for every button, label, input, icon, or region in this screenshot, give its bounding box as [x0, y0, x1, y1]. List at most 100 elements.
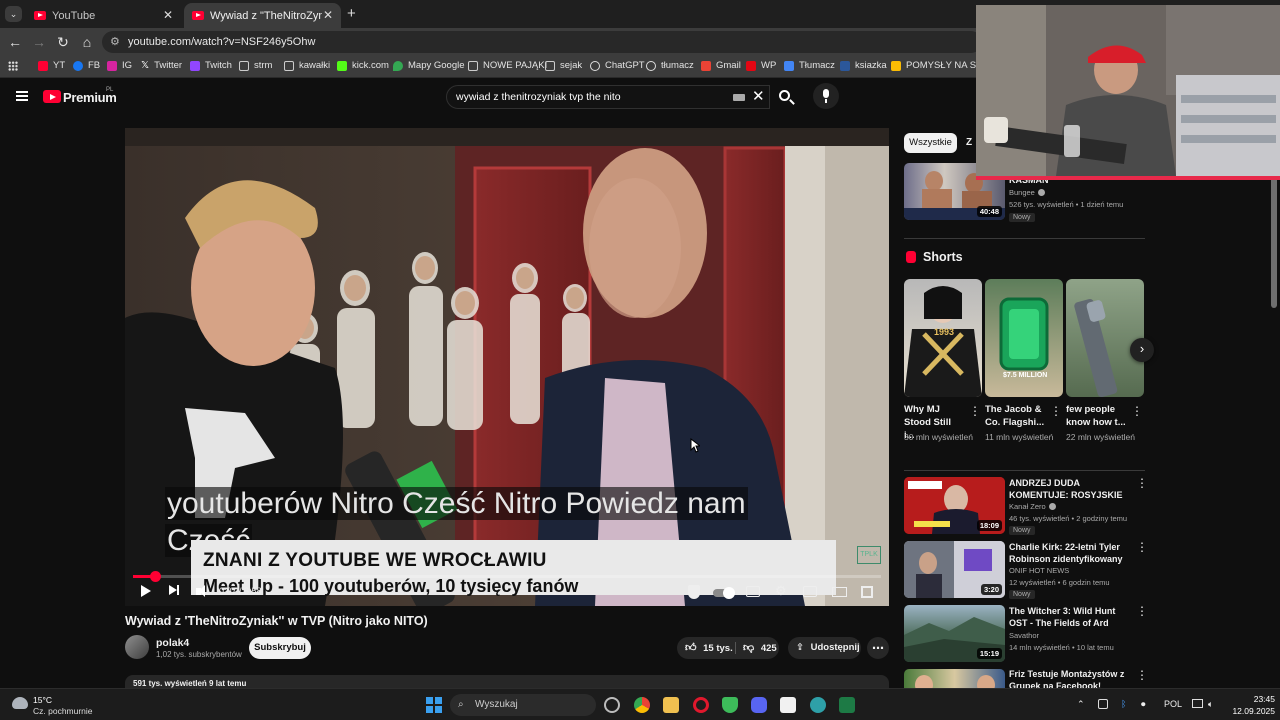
bookmark-twitch[interactable]: Twitch [190, 60, 232, 71]
forward-button[interactable]: → [30, 34, 48, 50]
tab-search-dropdown[interactable]: ⌄ [5, 6, 22, 22]
vpn-shield-icon[interactable] [722, 697, 738, 713]
network-icon[interactable] [1192, 699, 1203, 708]
home-button[interactable]: ⌂ [78, 34, 96, 50]
bookmark-twitter[interactable]: 𝕏 Twitter [141, 60, 182, 71]
play-icon[interactable] [141, 585, 151, 597]
address-bar[interactable]: ⚙ youtube.com/watch?v=NSF246y5Ohw [102, 31, 982, 53]
video-menu-icon[interactable] [1136, 540, 1148, 554]
clock-date[interactable]: 12.09.2025 [1222, 706, 1275, 716]
close-tab-icon[interactable]: ✕ [323, 8, 333, 22]
excel-icon[interactable] [839, 697, 855, 713]
like-button[interactable]: 👍︎ 15 tys. [685, 637, 739, 660]
voice-search-icon[interactable] [813, 83, 839, 109]
weather-temperature[interactable]: 15°C [33, 695, 52, 705]
tab-wywiad[interactable]: Wywiad z "TheNitroZyniak" w T ✕ [184, 3, 341, 28]
short-title[interactable]: The Jacob & Co. Flagshi... [985, 403, 1045, 429]
copilot-icon[interactable] [604, 697, 620, 713]
input-language[interactable]: POL [1164, 699, 1182, 709]
share-button[interactable]: ⇪ Udostępnij [788, 637, 861, 659]
microphone-icon[interactable]: ⏺ [1141, 699, 1146, 710]
subscribe-button[interactable]: Subskrybuj [249, 637, 311, 659]
sponsor-shield-icon[interactable] [688, 585, 700, 599]
shorts-next-button[interactable]: › [1130, 338, 1154, 362]
short-title[interactable]: few people know how t... [1066, 403, 1126, 429]
discord-icon[interactable] [751, 697, 767, 713]
opera-icon[interactable] [693, 697, 709, 713]
bookmark-google-maps[interactable]: Mapy Google [393, 60, 465, 71]
bookmark-tlumacz[interactable]: Tłumacz [784, 60, 835, 71]
filter-chip-all[interactable]: Wszystkie [904, 133, 957, 153]
tray-app-icon[interactable] [1098, 699, 1108, 709]
bookmark-tlumacz-lower[interactable]: tłumacz [646, 60, 694, 71]
short-menu-icon[interactable] [1050, 404, 1062, 418]
bookmark-gmail[interactable]: Gmail [701, 60, 741, 71]
short-thumbnail[interactable]: 1993 [904, 279, 982, 397]
subtitles-icon[interactable] [746, 586, 760, 597]
next-video-icon[interactable] [169, 585, 179, 595]
short-thumbnail[interactable]: $7.5 MILLION [985, 279, 1063, 397]
short-menu-icon[interactable] [1131, 404, 1143, 418]
related-video-channel[interactable]: Savathor [1009, 630, 1039, 642]
related-video-channel[interactable]: Kanał Zero [1009, 501, 1056, 513]
capcut-icon[interactable] [780, 697, 796, 713]
chrome-icon[interactable] [634, 697, 650, 713]
bookmark-sejak[interactable]: sejak [545, 60, 582, 71]
theater-mode-icon[interactable] [832, 587, 847, 597]
video-thumbnail[interactable]: 18:09 [904, 477, 1005, 534]
site-info-icon[interactable]: ⚙ [110, 31, 120, 53]
bookmark-yt[interactable]: YT [38, 60, 65, 71]
bookmark-kawalki[interactable]: kawałki [284, 60, 330, 71]
weather-icon[interactable] [12, 697, 28, 709]
back-button[interactable]: ← [6, 34, 24, 50]
related-video-channel[interactable]: Bungee [1009, 187, 1045, 199]
related-video-title[interactable]: ANDRZEJ DUDA KOMENTUJE: ROSYJSKIE DRONY,… [1009, 477, 1131, 501]
file-explorer-icon[interactable] [663, 697, 679, 713]
video-menu-icon[interactable] [1136, 668, 1148, 682]
video-thumbnail[interactable]: 3:20 [904, 541, 1005, 598]
related-video-channel[interactable]: ONIF HOT NEWS [1009, 565, 1069, 577]
autoplay-toggle[interactable] [713, 587, 735, 599]
volume-icon[interactable] [196, 585, 205, 597]
search-input[interactable]: wywiad z thenitrozyniak tvp the nito ✕ [446, 85, 770, 109]
menu-icon[interactable] [16, 91, 28, 101]
description-box[interactable]: 591 tys. wyświetleń 9 lat temu [125, 675, 889, 689]
bookmark-strm[interactable]: strm [239, 60, 272, 71]
tray-overflow-icon[interactable]: ⌃ [1077, 699, 1085, 710]
channel-avatar[interactable] [125, 635, 149, 659]
close-tab-icon[interactable]: ✕ [163, 8, 173, 22]
bookmark-ksiazka[interactable]: ksiazka [840, 60, 887, 71]
fullscreen-icon[interactable] [861, 586, 873, 598]
bookmark-fb[interactable]: FB [73, 60, 100, 71]
progress-bar[interactable] [133, 571, 881, 582]
volume-icon[interactable]: 🔈︎ [1208, 699, 1213, 710]
weather-description[interactable]: Cz. pochmurnie [33, 706, 93, 716]
short-menu-icon[interactable] [969, 404, 981, 418]
apps-grid-icon[interactable] [8, 61, 18, 71]
keyboard-icon[interactable] [733, 94, 745, 101]
taskbar-search-box[interactable]: ⌕ Wyszukaj [450, 694, 596, 716]
bookmark-ig[interactable]: IG [107, 60, 132, 71]
new-tab-button[interactable]: + [347, 5, 356, 22]
dislike-button[interactable]: 👎︎ 425 [743, 637, 777, 660]
channel-name[interactable]: polak4 [156, 637, 189, 649]
youtube-logo-icon[interactable] [43, 90, 61, 103]
video-menu-icon[interactable] [1136, 476, 1148, 490]
video-player[interactable]: youtuberów Nitro Cześć Nitro Powiedz nam… [125, 128, 889, 606]
bookmark-nowe-pajaki[interactable]: NOWE PAJĄKI [468, 60, 547, 71]
bookmark-chatgpt[interactable]: ChatGPT [590, 60, 645, 71]
bookmark-wp[interactable]: WP [746, 60, 776, 71]
video-thumbnail[interactable]: 15:19 [904, 605, 1005, 662]
related-video-title[interactable]: The Witcher 3: Wild Hunt OST - The Field… [1009, 605, 1131, 629]
related-video-title[interactable]: Friz Testuje Montażystów z Grupek na Fac… [1009, 668, 1131, 688]
short-thumbnail[interactable] [1066, 279, 1144, 397]
more-actions-button[interactable]: ⋯ [867, 637, 889, 659]
clear-search-icon[interactable]: ✕ [752, 86, 765, 108]
search-button[interactable] [770, 85, 802, 109]
globe-app-icon[interactable] [810, 697, 826, 713]
bookmark-kick[interactable]: kick.com [337, 60, 389, 71]
settings-gear-icon[interactable]: ⚙ [775, 583, 789, 598]
clock-time[interactable]: 23:45 [1237, 694, 1275, 704]
video-thumbnail[interactable] [904, 669, 1005, 688]
reload-button[interactable]: ↻ [54, 34, 72, 50]
